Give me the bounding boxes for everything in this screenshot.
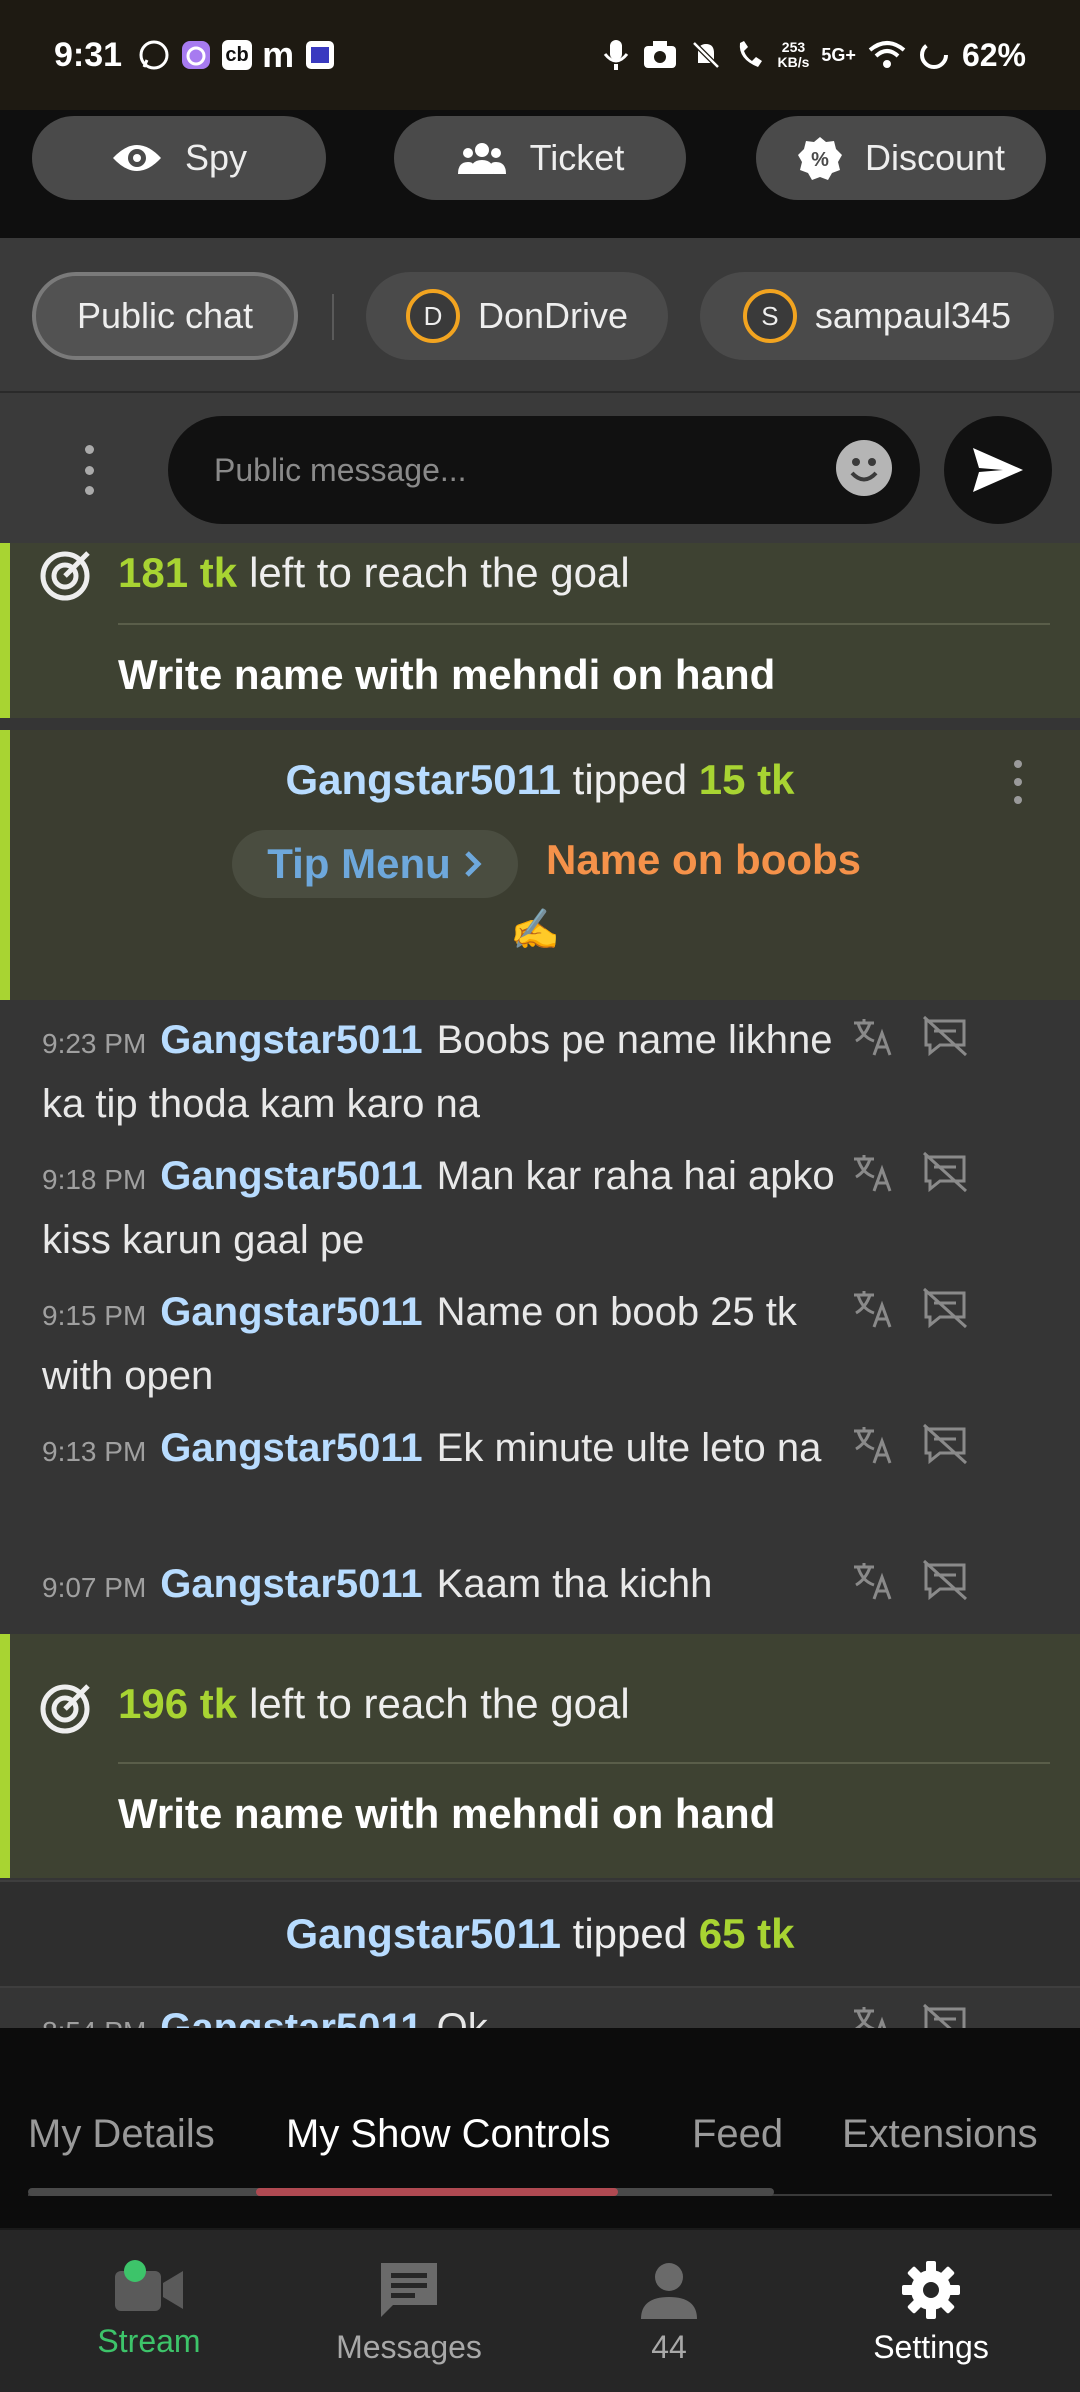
divider [118, 1762, 1050, 1764]
hide-message-icon[interactable] [922, 1287, 968, 1329]
mute-bell-icon [691, 41, 720, 69]
signal-type: 5G+ [821, 44, 856, 65]
nav-settings[interactable]: Settings [796, 2230, 1066, 2392]
chevron-right-icon [464, 851, 482, 877]
tip-event: Gangstar5011 tipped 15 tk Tip Menu Name … [0, 730, 1080, 1000]
notification-icons: cb m [138, 34, 336, 76]
translate-icon[interactable] [852, 1423, 894, 1465]
translate-icon[interactable] [852, 1559, 894, 1601]
translate-icon[interactable] [852, 1015, 894, 1057]
whatsapp-icon [139, 40, 169, 70]
writing-hand-emoji: ✍️ [510, 908, 560, 952]
hide-message-icon[interactable] [922, 1015, 968, 1057]
tip-options-icon[interactable] [1012, 760, 1024, 804]
message-composer: Public message... [0, 393, 1080, 543]
m-app-icon: m [262, 34, 295, 75]
hide-message-icon[interactable] [922, 1151, 968, 1193]
avatar: S [742, 289, 797, 343]
tab-user-sampaul345[interactable]: S sampaul345 [700, 272, 1054, 360]
chat-message[interactable]: 9:07 PM Gangstar5011 Kaam tha kichh [42, 1554, 842, 1618]
battery-level: 62% [961, 36, 1026, 73]
chat-message[interactable]: 8:54 PMGangstar5011Ok [42, 1998, 842, 2028]
hide-message-icon[interactable] [922, 2003, 968, 2028]
avatar: D [405, 289, 460, 343]
tip-summary: Gangstar5011 tipped 15 tk [285, 756, 795, 803]
divider [118, 623, 1050, 625]
tab-my-show-controls[interactable]: My Show Controls [286, 2112, 611, 2157]
tip-event: Gangstar5011 tipped 65 tk [0, 1880, 1080, 1988]
status-time: 9:31 [54, 35, 123, 74]
goal-title: Write name with mehndi on hand [118, 1790, 776, 1837]
chat-bubble-icon [381, 2262, 437, 2317]
network-speed: 253 KB/s [777, 39, 810, 70]
active-tab-indicator [256, 2188, 618, 2196]
tab-extensions[interactable]: Extensions [842, 2112, 1038, 2157]
send-icon [973, 448, 1023, 492]
battery-ring-icon [919, 41, 948, 69]
tab-user-dondrive[interactable]: D DonDrive [366, 272, 668, 360]
emoji-icon[interactable] [836, 440, 892, 496]
mic-icon [603, 40, 628, 70]
svg-text:%: % [811, 149, 829, 171]
translate-icon[interactable] [852, 2003, 894, 2028]
ticket-button[interactable]: Ticket [394, 116, 686, 200]
wifi-call-icon [739, 41, 762, 67]
eye-icon [112, 145, 161, 171]
chat-message[interactable]: 9:13 PM Gangstar5011 Ek minute ulte leto n… [42, 1418, 842, 1482]
goal-progress-top: 181 tk left to reach the goal Write name … [0, 543, 1080, 718]
nav-messages[interactable]: Messages [274, 2230, 544, 2392]
group-icon [457, 143, 506, 174]
wifi-icon [868, 41, 906, 68]
news-app-icon [306, 41, 335, 69]
goal-title: Write name with mehndi on hand [118, 651, 776, 698]
person-icon [641, 2262, 697, 2319]
system-status: 253 KB/s 5G+ 62% [602, 37, 1026, 74]
nav-stream[interactable]: Stream [14, 2230, 284, 2392]
discount-button[interactable]: % Discount [756, 116, 1046, 200]
username[interactable]: Gangstar5011 [285, 1910, 561, 1957]
tab-divider [332, 294, 334, 340]
camera-icon [643, 41, 676, 68]
public-message-input[interactable]: Public message... [168, 416, 920, 524]
tab-feed[interactable]: Feed [692, 2112, 783, 2157]
bottom-navigation: Stream Messages 44 Settings [0, 2228, 1080, 2392]
chat-message[interactable]: 9:23 PM Gangstar5011 Boobs pe name likhne … [42, 1010, 842, 1134]
translate-icon[interactable] [852, 1151, 894, 1193]
hide-message-icon[interactable] [922, 1423, 968, 1465]
send-button[interactable] [944, 416, 1052, 524]
online-indicator [124, 2260, 146, 2282]
hide-message-icon[interactable] [922, 1559, 968, 1601]
goal-remaining: 196 tk left to reach the goal [118, 1680, 630, 1727]
chat-message[interactable]: 9:18 PM Gangstar5011 Man kar raha hai apko… [42, 1146, 842, 1270]
username[interactable]: Gangstar5011 [285, 756, 561, 803]
goal-progress: 196 tk left to reach the goal Write name … [0, 1634, 1080, 1878]
chat-feed[interactable]: 181 tk left to reach the goal Write name … [0, 543, 1080, 2028]
chat-tabs: Public chat D DonDrive S sampaul345 [0, 238, 1080, 393]
spy-button[interactable]: Spy [32, 116, 326, 200]
translate-icon[interactable] [852, 1287, 894, 1329]
timer-app-icon [182, 41, 211, 69]
more-options-icon[interactable] [74, 445, 104, 495]
nav-viewers[interactable]: 44 [534, 2230, 804, 2392]
status-bar: 9:31 cb m 253 KB/s 5G+ 62% [0, 0, 1080, 110]
goal-remaining: 181 tk left to reach the goal [118, 549, 630, 596]
target-icon [40, 1684, 90, 1734]
section-tabs: My Details My Show Controls Feed Extensi… [0, 2028, 1080, 2228]
tab-my-details[interactable]: My Details [28, 2112, 215, 2157]
tip-menu-link[interactable]: Tip Menu [232, 830, 518, 898]
chat-message[interactable]: 9:15 PM Gangstar5011 Name on boob 25 tk wi… [42, 1282, 842, 1406]
action-bar: Spy Ticket % Discount [0, 110, 1080, 238]
target-icon [40, 551, 90, 601]
tip-summary: Gangstar5011 tipped 65 tk [285, 1910, 795, 1957]
gear-icon [902, 2260, 960, 2319]
discount-badge-icon: % [797, 137, 842, 180]
tip-menu-item: Name on boobs [546, 836, 862, 883]
cb-app-icon: cb [222, 40, 253, 70]
tab-public-chat[interactable]: Public chat [32, 272, 298, 360]
